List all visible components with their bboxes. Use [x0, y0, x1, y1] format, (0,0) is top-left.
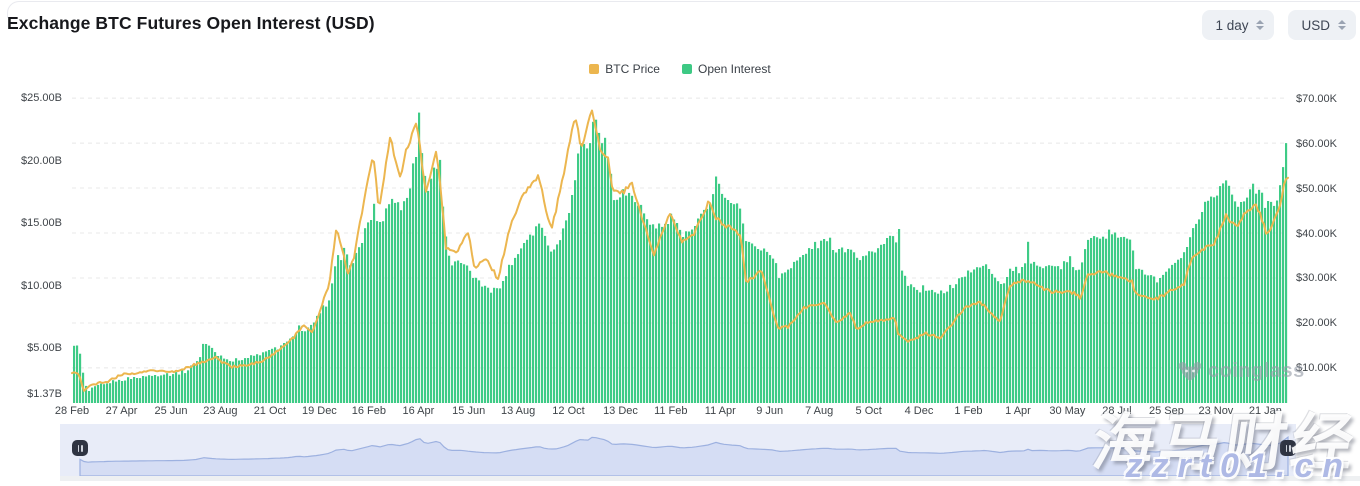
right-axis-tick-label: $50.00K — [1296, 183, 1337, 195]
left-axis-tick-label: $20.00B — [0, 155, 62, 167]
right-axis-tick-label: $70.00K — [1296, 93, 1337, 105]
left-axis-tick-label: $5.00B — [0, 342, 62, 354]
left-axis-tick-label: $15.00B — [0, 217, 62, 229]
right-axis-tick-label: $30.00K — [1296, 272, 1337, 284]
right-axis-tick-label: $60.00K — [1296, 138, 1337, 150]
right-axis-tick-label: $10.00K — [1296, 362, 1337, 374]
navigator-left-handle[interactable] — [72, 440, 88, 456]
right-axis-tick-label: $40.00K — [1296, 228, 1337, 240]
left-axis-tick-label: $1.37B — [0, 388, 62, 400]
navigator-right-handle[interactable] — [1280, 440, 1296, 456]
open-interest-bars — [73, 113, 1287, 403]
x-tick-label: 21 Jan — [1235, 405, 1295, 417]
left-axis-tick-label: $25.00B — [0, 92, 62, 104]
left-axis-tick-label: $10.00B — [0, 280, 62, 292]
navigator[interactable] — [60, 424, 1360, 481]
right-axis-tick-label: $20.00K — [1296, 317, 1337, 329]
chart-panel: Exchange BTC Futures Open Interest (USD)… — [0, 0, 1360, 481]
x-tick-label: 12 Oct — [539, 405, 599, 417]
